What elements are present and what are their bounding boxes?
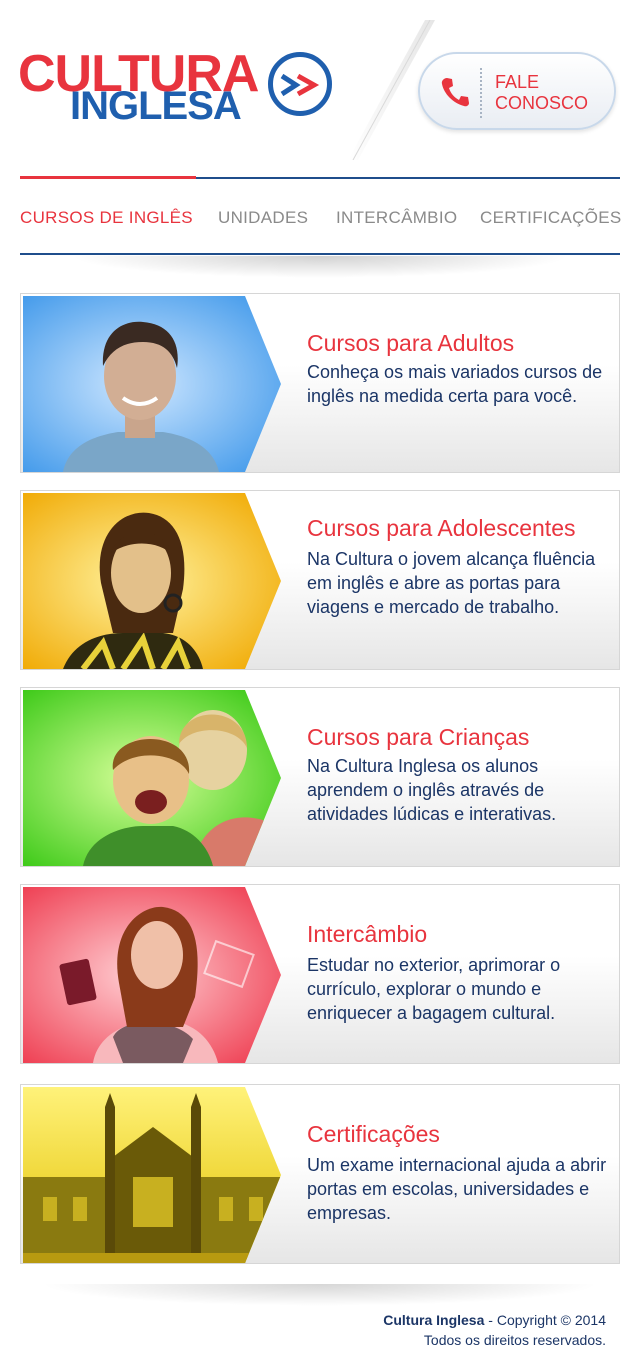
card-image-university-building [23,1087,281,1263]
nav-item-cursos-de-ingles[interactable]: CURSOS DE INGLÊS [20,208,193,228]
card-image-adult-man [23,296,281,472]
footer-brand: Cultura Inglesa [383,1312,485,1328]
card-cursos-adolescentes[interactable]: Cursos para Adolescentes Na Cultura o jo… [20,490,620,670]
card-intercambio[interactable]: Intercâmbio Estudar no exterior, aprimor… [20,884,620,1064]
footer-shadow [40,1284,600,1306]
nav-top-border [196,177,620,179]
card-certificacoes[interactable]: Certificações Um exame internacional aju… [20,1084,620,1264]
nav-item-intercambio[interactable]: INTERCÂMBIO [336,208,457,228]
cultura-inglesa-logo[interactable]: CULTURA INGLESA [18,48,338,128]
contact-label-line2: CONOSCO [495,93,589,113]
main-navigation: CURSOS DE INGLÊS UNIDADES INTERCÂMBIO CE… [20,176,622,256]
contact-separator [480,68,482,118]
nav-item-unidades[interactable]: UNIDADES [218,208,308,228]
contact-us-button[interactable]: FALE CONOSCO [418,52,616,130]
card-cursos-adultos[interactable]: Cursos para Adultos Conheça os mais vari… [20,293,620,473]
card-title: Cursos para Adolescentes [307,515,576,541]
card-title: Cursos para Adultos [307,330,515,356]
card-title: Certificações [307,1121,440,1147]
nav-item-certificacoes[interactable]: CERTIFICAÇÕES [480,208,622,228]
card-image-teen-girl [23,493,281,669]
card-description: Estudar no exterior, aprimorar o currícu… [307,955,561,1023]
card-image-children [23,690,281,866]
card-image-traveler-woman [23,887,281,1063]
contact-label: FALE CONOSCO [495,72,605,114]
nav-shadow [70,256,570,278]
nav-bottom-border [20,253,620,255]
header: CULTURA INGLESA FALE CONOSCO [0,0,640,160]
footer-copyright: Cultura Inglesa - Copyright © 2014 [383,1312,606,1328]
phone-icon [441,78,469,107]
card-title: Intercâmbio [307,921,428,947]
footer-rights: Todos os direitos reservados. [423,1332,606,1348]
card-description: Na Cultura o jovem alcança fluência em i… [307,549,596,617]
card-description: Conheça os mais variados cursos de inglê… [307,362,603,406]
footer-copyright-text: - Copyright © 2014 [484,1312,606,1328]
nav-active-indicator [20,176,196,179]
card-description: Um exame internacional ajuda a abrir por… [307,1155,607,1223]
logo-arrows-icon [268,52,332,116]
card-title: Cursos para Crianças [307,724,530,750]
card-cursos-criancas[interactable]: Cursos para Crianças Na Cultura Inglesa … [20,687,620,867]
card-description: Na Cultura Inglesa os alunos aprendem o … [307,756,557,824]
contact-label-line1: FALE [495,72,540,92]
logo-text-inglesa: INGLESA [70,84,242,128]
